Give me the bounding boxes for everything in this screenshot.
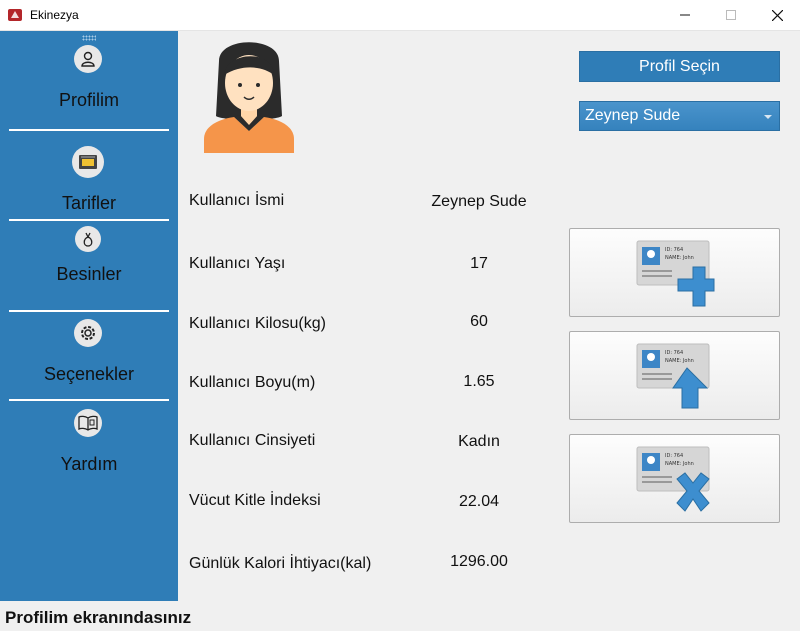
window-title: Ekinezya <box>30 8 79 22</box>
app-logo-icon <box>8 9 22 21</box>
sidebar-item-tarifler[interactable]: Tarifler <box>0 146 178 221</box>
sidebar-item-profilim[interactable]: Profilim <box>0 45 178 125</box>
close-button[interactable] <box>754 0 800 30</box>
status-text: Profilim ekranındasınız <box>5 608 192 627</box>
sidebar-item-label: Profilim <box>58 90 119 110</box>
maximize-icon <box>726 10 736 20</box>
profile-dropdown-value: Zeynep Sude <box>585 107 681 124</box>
card-name-text: NAME: John <box>665 358 694 364</box>
user-icon <box>74 45 102 73</box>
field-value-weight: 60 <box>470 313 488 330</box>
field-value-calories: 1296.00 <box>450 553 508 570</box>
field-value-height: 1.65 <box>463 373 495 390</box>
update-profile-icon: ID: 764 NAME: John <box>636 343 709 408</box>
add-profile-button[interactable]: ID: 764 NAME: John <box>569 228 780 317</box>
add-profile-icon: ID: 764 NAME: John <box>636 240 714 306</box>
maximize-button[interactable] <box>708 0 754 30</box>
female-avatar-icon <box>204 42 294 153</box>
minimize-icon <box>680 14 690 16</box>
sidebar-divider <box>9 399 169 401</box>
field-value-age: 17 <box>470 255 488 272</box>
field-label-weight: Kullanıcı Kilosu(kg) <box>189 315 326 332</box>
field-label-height: Kullanıcı Boyu(m) <box>189 374 316 391</box>
close-icon <box>771 9 783 21</box>
card-name-text: NAME: John <box>665 461 694 467</box>
sidebar-item-label: Yardım <box>60 454 118 474</box>
minimize-button[interactable] <box>662 0 708 30</box>
field-value-bmi: 22.04 <box>458 493 500 510</box>
gear-icon <box>74 319 102 347</box>
sidebar-divider <box>9 219 169 221</box>
select-profile-button[interactable]: Profil Seçin <box>579 51 780 82</box>
field-label-name: Kullanıcı İsmi <box>189 192 285 209</box>
update-profile-button[interactable]: ID: 764 NAME: John <box>569 331 780 420</box>
field-value-name: Zeynep Sude <box>431 193 527 210</box>
book-icon <box>74 409 102 437</box>
food-bag-icon <box>75 226 101 252</box>
field-label-age: Kullanıcı Yaşı <box>189 255 286 272</box>
title-bar: Ekinezya <box>0 0 800 31</box>
chevron-down-icon <box>764 115 772 119</box>
sidebar-item-label: Besinler <box>56 264 122 284</box>
main-panel: Profil Seçin Zeynep Sude Kullanıcı İsmi … <box>178 31 800 601</box>
sidebar-grip[interactable] <box>82 35 96 41</box>
card-id-text: ID: 764 <box>665 247 683 253</box>
profile-dropdown[interactable]: Zeynep Sude <box>579 101 780 131</box>
field-label-calories: Günlük Kalori İhtiyacı(kal) <box>189 555 372 572</box>
sidebar: Profilim Tarifler Besinler Seçenekler Ya… <box>0 31 178 601</box>
sidebar-item-label: Seçenekler <box>43 364 135 384</box>
card-name-text: NAME: John <box>665 255 694 261</box>
delete-profile-icon: ID: 764 NAME: John <box>636 446 710 512</box>
sidebar-item-besinler[interactable]: Besinler <box>0 226 178 306</box>
delete-profile-button[interactable]: ID: 764 NAME: John <box>569 434 780 523</box>
sidebar-item-secenekler[interactable]: Seçenekler <box>0 319 178 399</box>
sidebar-item-yardim[interactable]: Yardım <box>0 409 178 489</box>
status-bar: Profilim ekranındasınız <box>0 601 800 631</box>
card-id-text: ID: 764 <box>665 350 683 356</box>
sidebar-item-label: Tarifler <box>61 193 116 213</box>
oven-icon <box>72 146 104 178</box>
sidebar-divider <box>9 310 169 312</box>
field-label-bmi: Vücut Kitle İndeksi <box>189 492 321 509</box>
field-value-gender: Kadın <box>458 433 500 450</box>
sidebar-divider <box>9 129 169 131</box>
field-label-gender: Kullanıcı Cinsiyeti <box>189 432 316 449</box>
card-id-text: ID: 764 <box>665 453 683 459</box>
